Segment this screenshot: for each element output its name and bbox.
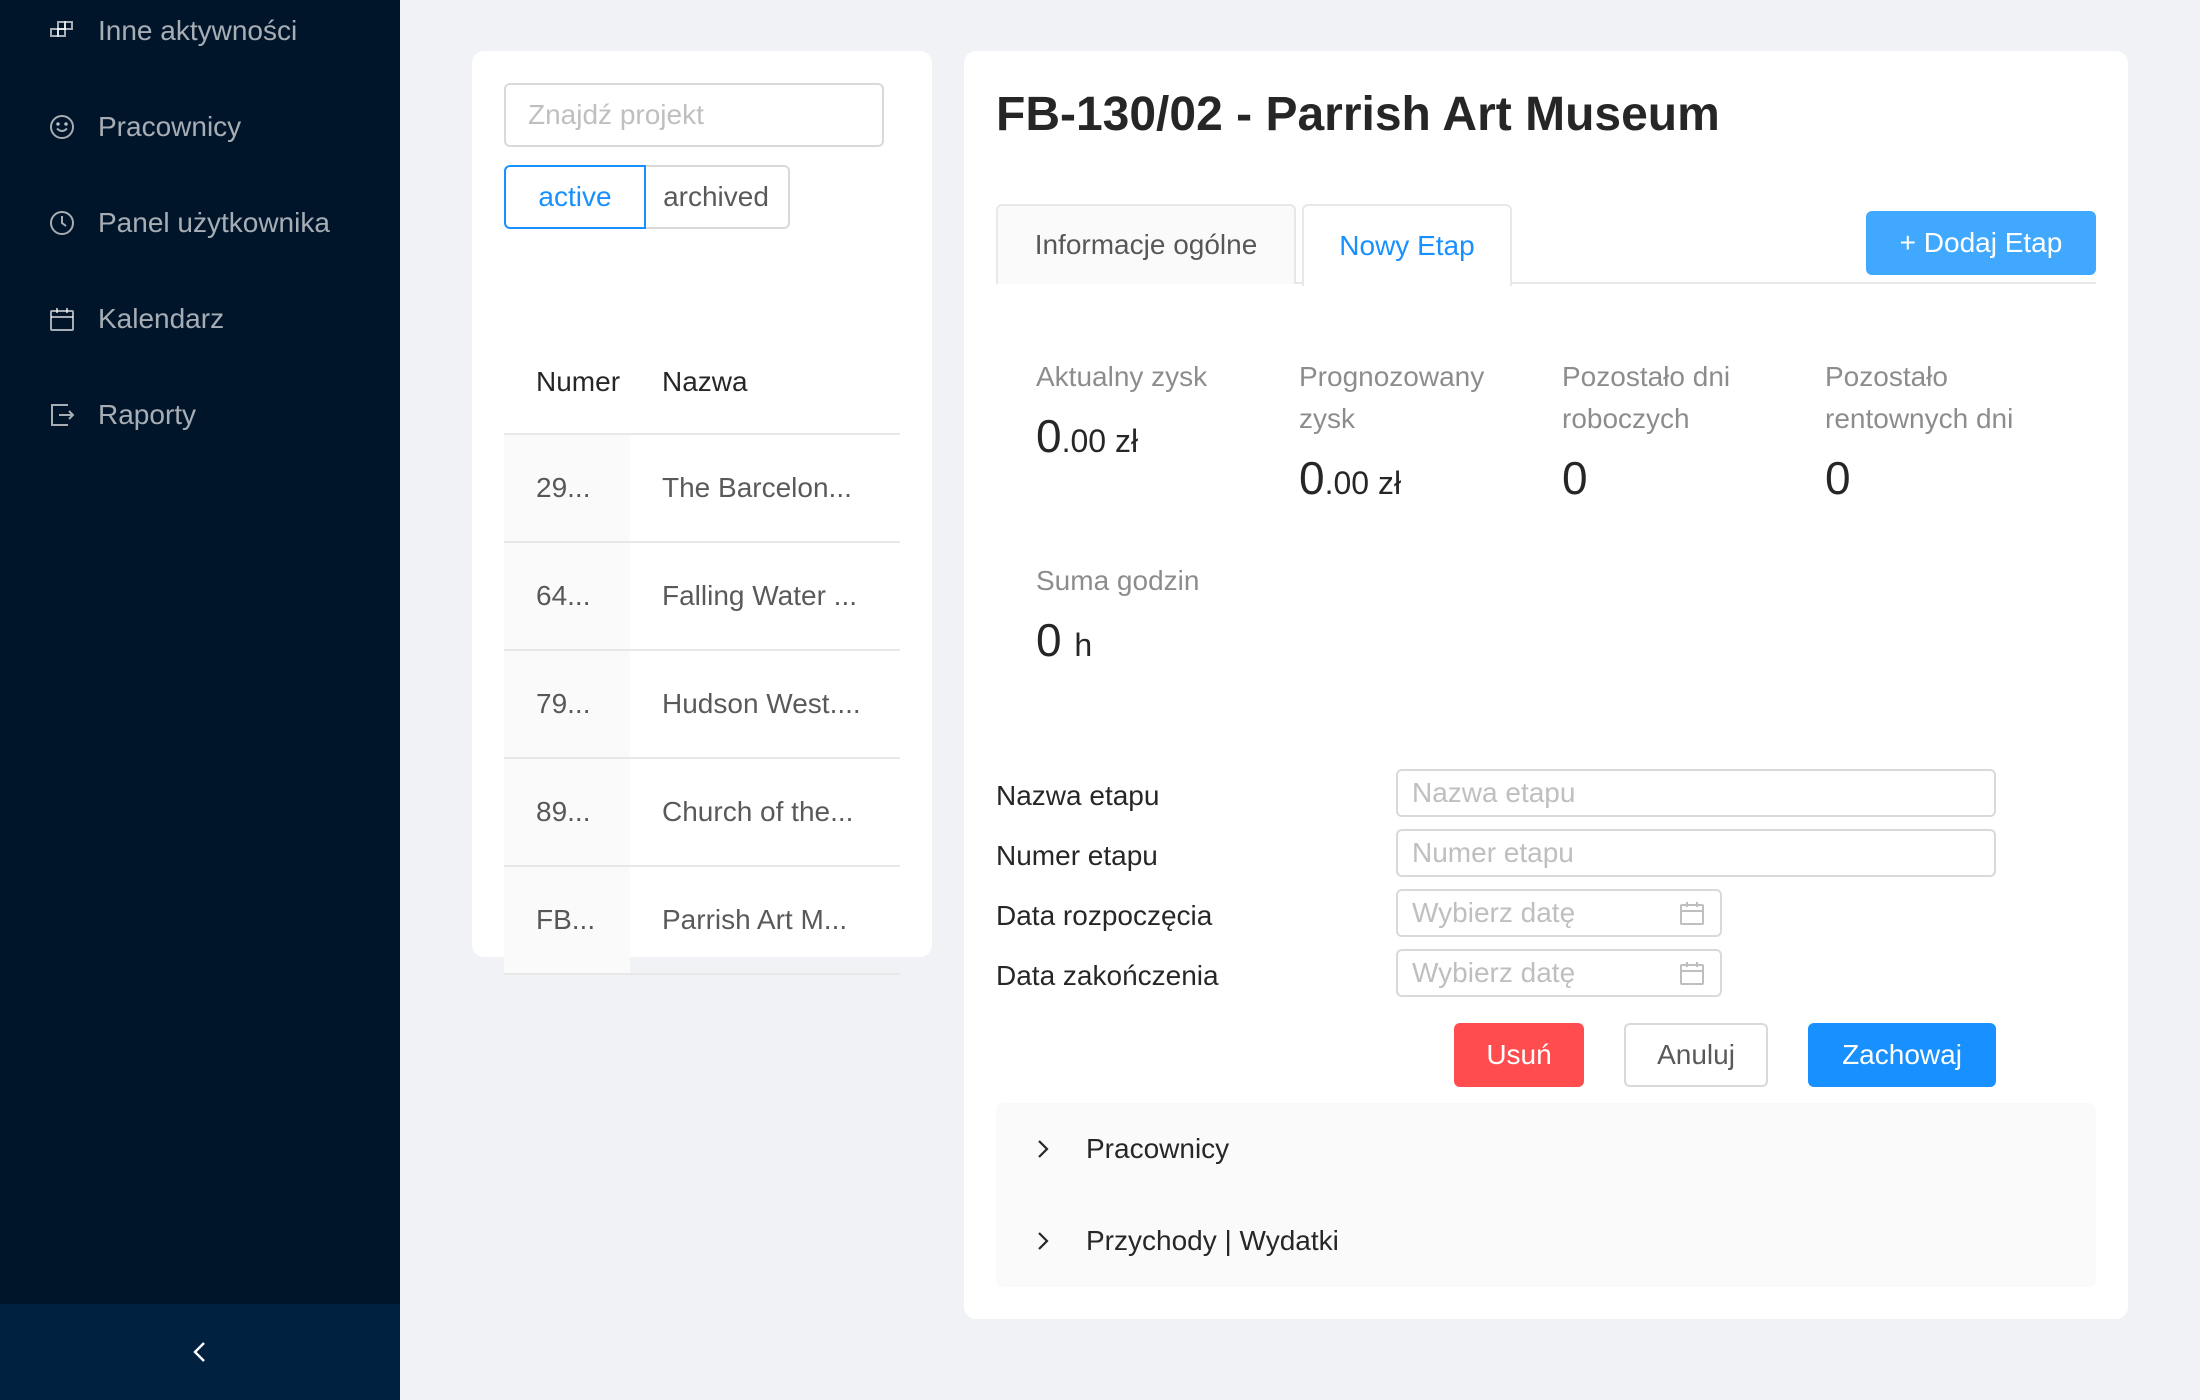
chevron-right-icon [1038,1232,1049,1250]
project-name: The Barcelon... [662,472,852,503]
project-name: Hudson West.... [662,688,861,719]
save-button[interactable]: Zachowaj [1808,1023,1996,1087]
end-date-label: Data zakończenia [996,960,1219,991]
project-name: Church of the... [662,796,854,827]
sidebar-item-label: Kalendarz [98,303,225,334]
stat-value-decimal: .00 zł [1324,465,1402,501]
project-number: 79... [504,651,630,757]
stat-value: 0 h [1036,612,1286,673]
table-header: Numer Nazwa [504,331,900,435]
sidebar-item-inne-aktywnosci[interactable]: Inne aktywności [0,0,400,71]
stat-remaining-working-days: Pozostało dni roboczych 0 [1562,356,1782,506]
stage-name-input[interactable] [1396,769,1996,817]
sidebar-item-pracownicy[interactable]: Pracownicy [0,87,400,167]
project-list-card: active archived Numer Nazwa 29... The Ba… [472,51,932,975]
stage-number-input[interactable] [1396,829,1996,877]
stat-value-decimal: .00 zł [1061,423,1139,459]
calendar-icon[interactable] [1678,899,1706,927]
stat-value-int: 0 [1036,410,1062,462]
panel-label: Pracownicy [1086,1133,1230,1164]
sidebar-item-label: Panel użytkownika [98,207,330,238]
stat-total-hours: Suma godzin 0 h [1036,560,1286,673]
end-date-picker[interactable] [1396,949,1722,997]
start-date-label: Data rozpoczęcia [996,900,1213,931]
stat-remaining-profitable-days: Pozostało rentownych dni 0 [1825,356,2065,506]
sidebar-item-label: Inne aktywności [98,15,298,46]
table-row[interactable]: 64... Falling Water ... [504,543,900,651]
sidebar-item-label: Pracownicy [98,111,242,142]
table-row[interactable]: 89... Church of the... [504,759,900,867]
table-row[interactable]: FB... Parrish Art M... [504,867,900,975]
export-icon [51,404,75,426]
project-table: Numer Nazwa 29... The Barcelon... 64... … [504,331,900,975]
smile-icon [50,115,74,139]
sidebar-item-label: Raporty [98,399,197,430]
stat-label: Aktualny zysk [1036,361,1208,392]
sidebar: Inne aktywności Pracownicy Panel użytkow… [0,0,400,1400]
stat-value: 0.00 zł [1036,408,1286,469]
column-header-name: Nazwa [662,366,748,397]
tab-informacje-ogolne[interactable]: Informacje ogólne [996,204,1296,284]
calendar-icon [50,308,74,331]
add-stage-button[interactable]: + Dodaj Etap [1866,211,2096,275]
project-name: Falling Water ... [662,580,858,611]
stat-label: Suma godzin [1036,565,1200,596]
stat-value: 0 [1825,452,1851,504]
chevron-left-icon [193,1342,205,1362]
stat-value: 0 [1562,452,1588,504]
project-number: 64... [504,543,630,649]
sidebar-item-panel-uzytkownika[interactable]: Panel użytkownika [0,183,400,263]
sidebar-item-kalendarz[interactable]: Kalendarz [0,279,400,359]
calendar-icon[interactable] [1678,959,1706,987]
stat-value: 0.00 zł [1299,450,1519,511]
stat-current-profit: Aktualny zysk 0.00 zł [1036,356,1286,469]
chevron-right-icon [1038,1140,1049,1158]
stat-label: Prognozowany zysk [1299,361,1485,434]
panel-label: Przychody | Wydatki [1086,1225,1339,1256]
stat-label: Pozostało rentownych dni [1825,361,2014,434]
table-row[interactable]: 79... Hudson West.... [504,651,900,759]
column-header-number: Numer [536,366,621,397]
project-number: FB... [504,867,630,973]
stat-value-unit: h [1074,627,1093,663]
filter-active-button[interactable]: active [504,165,646,229]
cancel-button[interactable]: Anuluj [1624,1023,1768,1087]
stat-label: Pozostało dni roboczych [1562,361,1731,434]
page-title: FB-130/02 - Parrish Art Museum [996,88,1720,141]
project-search-input[interactable] [504,83,884,147]
stat-value-int: 0 [1299,452,1325,504]
panel-pracownicy[interactable]: Pracownicy [996,1103,2096,1195]
project-number: 29... [504,435,630,541]
clock-icon [50,211,74,235]
panel-przychody-wydatki[interactable]: Przychody | Wydatki [996,1195,2096,1287]
delete-button[interactable]: Usuń [1454,1023,1584,1087]
stage-name-label: Nazwa etapu [996,780,1160,811]
sidebar-item-raporty[interactable]: Raporty [0,375,400,455]
blocks-icon [50,21,73,37]
table-row[interactable]: 29... The Barcelon... [504,435,900,543]
stat-value-int: 0 [1036,614,1062,666]
project-name: Parrish Art M... [662,904,848,935]
collapse-panels: Pracownicy Przychody | Wydatki [996,1103,2096,1287]
stat-forecast-profit: Prognozowany zysk 0.00 zł [1299,356,1519,511]
sidebar-collapse-button[interactable] [0,1304,400,1400]
project-number: 89... [504,759,630,865]
tab-nowy-etap[interactable]: Nowy Etap [1302,204,1512,286]
filter-archived-button[interactable]: archived [644,165,790,229]
project-detail-card: FB-130/02 - Parrish Art Museum Informacj… [964,51,2128,1319]
start-date-picker[interactable] [1396,889,1722,937]
stage-number-label: Numer etapu [996,840,1158,871]
